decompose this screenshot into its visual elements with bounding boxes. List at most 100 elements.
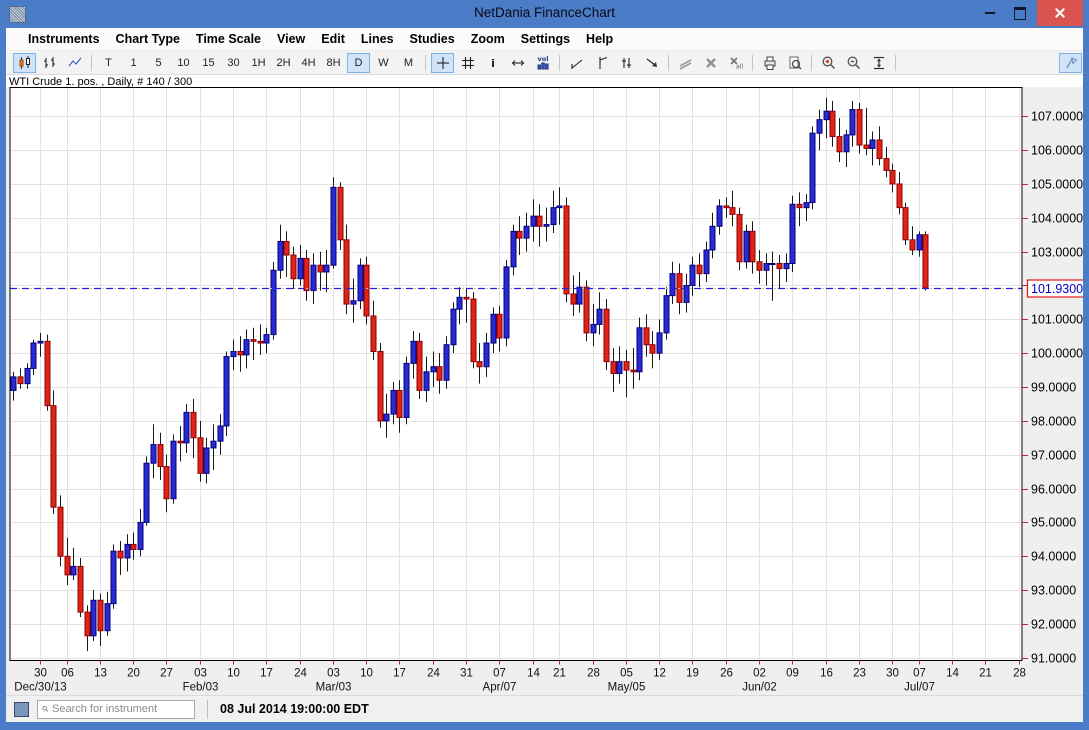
print-preview-button[interactable] <box>783 53 806 73</box>
svg-text:101.9300: 101.9300 <box>1031 282 1083 296</box>
menu-time-scale[interactable]: Time Scale <box>188 32 269 46</box>
panel-toggle-button[interactable] <box>14 702 29 717</box>
grid-button[interactable] <box>456 53 479 73</box>
svg-text:Jun/02: Jun/02 <box>742 682 777 694</box>
timeframe-monthly-button[interactable]: M <box>397 53 420 73</box>
channel-button[interactable] <box>615 53 638 73</box>
maximize-button[interactable] <box>1005 0 1035 26</box>
svg-text:98.0000: 98.0000 <box>1031 415 1076 429</box>
trendline-icon <box>569 55 585 71</box>
menu-studies[interactable]: Studies <box>402 32 463 46</box>
statusbar-divider <box>207 700 208 719</box>
print-button[interactable] <box>758 53 781 73</box>
crosshair-icon <box>435 55 451 71</box>
timeframe-8h-button[interactable]: 8H <box>322 53 345 73</box>
svg-text:Jul/07: Jul/07 <box>904 682 935 694</box>
candlestick-chart-canvas[interactable]: 91.000092.000093.000094.000095.000096.00… <box>6 87 1083 695</box>
svg-text:12: 12 <box>653 668 666 680</box>
timeframe-1h-button[interactable]: 1H <box>247 53 270 73</box>
pin-panel-button[interactable] <box>1059 53 1082 73</box>
menu-chart-type[interactable]: Chart Type <box>108 32 188 46</box>
menubar: InstrumentsChart TypeTime ScaleViewEditL… <box>6 28 1083 51</box>
menu-zoom[interactable]: Zoom <box>463 32 513 46</box>
grid-icon <box>460 55 476 71</box>
svg-text:03: 03 <box>194 668 207 680</box>
svg-text:Mar/03: Mar/03 <box>316 682 352 694</box>
minimize-icon <box>985 12 995 14</box>
svg-text:31: 31 <box>460 668 473 680</box>
ohlc-chart-button[interactable] <box>38 53 61 73</box>
svg-text:06: 06 <box>61 668 74 680</box>
svg-text:105.0000: 105.0000 <box>1031 178 1083 192</box>
menu-lines[interactable]: Lines <box>353 32 402 46</box>
trend-line-button[interactable] <box>565 53 588 73</box>
volume-button[interactable]: vol <box>531 53 554 73</box>
close-icon <box>1054 7 1066 19</box>
svg-text:02: 02 <box>753 668 766 680</box>
channel-icon <box>619 55 635 71</box>
client-area: InstrumentsChart TypeTime ScaleViewEditL… <box>6 28 1083 722</box>
minimize-button[interactable] <box>975 0 1005 26</box>
zoom-out-button[interactable] <box>842 53 865 73</box>
svg-text:07: 07 <box>913 668 926 680</box>
fit-vertical-button[interactable] <box>867 53 890 73</box>
delete-line-button[interactable] <box>699 53 722 73</box>
close-button[interactable] <box>1037 0 1083 26</box>
timeframe-daily-button[interactable]: D <box>347 53 370 73</box>
parallel-lines-button[interactable] <box>674 53 697 73</box>
toolbar-separator <box>668 55 669 71</box>
zoom-in-button[interactable] <box>817 53 840 73</box>
svg-text:13: 13 <box>94 668 107 680</box>
svg-text:30: 30 <box>34 668 47 680</box>
vertical-line-button[interactable] <box>590 53 613 73</box>
timeframe-5m-button[interactable]: 5 <box>147 53 170 73</box>
statusbar-datetime: 08 Jul 2014 19:00:00 EDT <box>220 702 369 716</box>
svg-text:26: 26 <box>720 668 733 680</box>
instrument-search-box[interactable] <box>37 700 195 719</box>
line-chart-button[interactable] <box>63 53 86 73</box>
timeframe-tick-button[interactable]: T <box>97 53 120 73</box>
parallel-icon <box>678 55 694 71</box>
svg-text:vol: vol <box>537 55 548 63</box>
preview-icon <box>787 55 803 71</box>
svg-text:96.0000: 96.0000 <box>1031 483 1076 497</box>
toolbar-separator <box>752 55 753 71</box>
svg-text:05: 05 <box>620 668 633 680</box>
horizontal-scale-button[interactable] <box>506 53 529 73</box>
delete-all-lines-button[interactable]: all <box>724 53 747 73</box>
fitv-icon <box>871 55 887 71</box>
toolbar-separator <box>425 55 426 71</box>
time-axis: 3006132027031017240310172431071421280512… <box>14 661 1026 694</box>
menu-view[interactable]: View <box>269 32 313 46</box>
menu-settings[interactable]: Settings <box>513 32 578 46</box>
menu-instruments[interactable]: Instruments <box>20 32 108 46</box>
menu-edit[interactable]: Edit <box>313 32 353 46</box>
ohlc-icon <box>42 55 58 71</box>
timeframe-1m-button[interactable]: 1 <box>122 53 145 73</box>
info-icon: i <box>485 55 501 71</box>
netdania-financechart-window: { "window": { "title": "NetDania Finance… <box>0 0 1089 730</box>
last-price-label: 101.9300 <box>1028 280 1084 297</box>
info-button[interactable]: i <box>481 53 504 73</box>
crosshair-button[interactable] <box>431 53 454 73</box>
timeframe-30m-button[interactable]: 30 <box>222 53 245 73</box>
ray-button[interactable] <box>640 53 663 73</box>
search-icon <box>42 703 49 715</box>
svg-text:10: 10 <box>227 668 240 680</box>
svg-text:101.0000: 101.0000 <box>1031 313 1083 327</box>
arrowsh-icon <box>510 55 526 71</box>
pin-icon <box>1063 55 1079 71</box>
timeframe-weekly-button[interactable]: W <box>372 53 395 73</box>
titlebar: NetDania FinanceChart <box>0 0 1089 28</box>
linechart-icon <box>67 55 83 71</box>
timeframe-4h-button[interactable]: 4H <box>297 53 320 73</box>
timeframe-10m-button[interactable]: 10 <box>172 53 195 73</box>
timeframe-2h-button[interactable]: 2H <box>272 53 295 73</box>
timeframe-15m-button[interactable]: 15 <box>197 53 220 73</box>
svg-text:23: 23 <box>853 668 866 680</box>
svg-text:106.0000: 106.0000 <box>1031 144 1083 158</box>
candlestick-chart-button[interactable] <box>13 53 36 73</box>
search-input[interactable] <box>52 703 194 715</box>
menu-help[interactable]: Help <box>578 32 621 46</box>
svg-text:30: 30 <box>886 668 899 680</box>
